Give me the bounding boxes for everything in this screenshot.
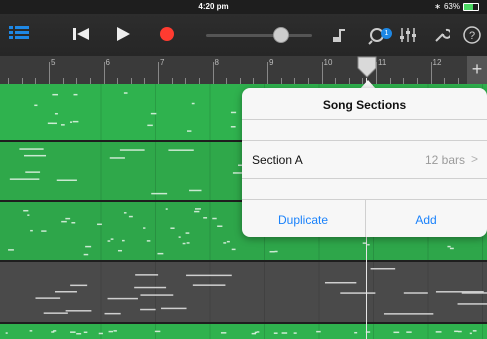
- play-icon: [117, 27, 130, 41]
- note-settings-button[interactable]: [330, 26, 350, 44]
- ruler-bar-number: 6: [105, 58, 110, 67]
- song-sections-popover: Song Sections Section A 12 bars > Duplic…: [242, 88, 487, 237]
- ruler-bar-number: 7: [160, 58, 165, 67]
- status-right: ∗ 63%: [434, 2, 479, 11]
- battery-icon: [463, 2, 479, 11]
- chevron-right-icon: >: [470, 152, 478, 166]
- note-settings-icon: [333, 29, 345, 42]
- status-bar: 4:20 pm ∗ 63%: [0, 0, 487, 14]
- section-row[interactable]: Section A 12 bars >: [242, 141, 487, 178]
- record-button[interactable]: [148, 22, 186, 46]
- master-volume-slider[interactable]: [206, 27, 312, 43]
- control-bar: ?: [0, 14, 487, 56]
- ruler-bar-number: 5: [51, 58, 56, 67]
- ruler-tick: [158, 62, 159, 84]
- bluetooth-icon: ∗: [434, 2, 441, 11]
- ruler-bar-number: 10: [323, 58, 333, 67]
- mixer-icon: [400, 28, 416, 42]
- tracks-view-icon: [9, 26, 29, 39]
- ruler-bar-number: 9: [269, 58, 274, 67]
- help-button[interactable]: ?: [462, 25, 482, 45]
- tracks-view-button[interactable]: [6, 22, 32, 44]
- settings-button[interactable]: [432, 26, 452, 44]
- section-name: Section A: [252, 153, 303, 167]
- rewind-button[interactable]: [62, 22, 100, 46]
- popover-title: Song Sections: [322, 98, 407, 112]
- svg-text:?: ?: [469, 30, 475, 42]
- volume-knob[interactable]: [273, 27, 290, 43]
- track-region-gray[interactable]: [0, 262, 487, 322]
- battery-percent: 63%: [443, 2, 460, 11]
- ruler-tick: [430, 62, 432, 84]
- wrench-icon: [435, 28, 450, 42]
- ruler-bar-number: 11: [378, 58, 387, 67]
- ruler-tick: [49, 62, 50, 84]
- playhead-handle[interactable]: [357, 56, 377, 78]
- ruler-bar-number: 12: [432, 58, 442, 67]
- timeline-ruler[interactable]: 5 6 7 8 9 10 11 12: [0, 56, 487, 85]
- notification-badge: 1: [381, 28, 392, 39]
- section-length: 12 bars: [424, 153, 465, 167]
- ruler-tick: [267, 62, 268, 84]
- ruler-bar-number: 8: [214, 58, 219, 67]
- ruler-tick: [103, 62, 105, 84]
- play-button[interactable]: [104, 22, 142, 46]
- duplicate-button[interactable]: Duplicate: [242, 213, 364, 227]
- rewind-to-start-icon: [73, 28, 89, 40]
- help-icon: ?: [463, 26, 481, 44]
- mixer-button[interactable]: [398, 26, 418, 44]
- add-button[interactable]: Add: [365, 213, 487, 227]
- status-time: 4:20 pm: [198, 2, 229, 11]
- ruler-tick: [212, 62, 214, 84]
- ruler-tick: [321, 62, 323, 84]
- add-section-button[interactable]: +: [467, 56, 487, 84]
- record-icon: [160, 27, 174, 41]
- track-region-green[interactable]: [0, 324, 487, 339]
